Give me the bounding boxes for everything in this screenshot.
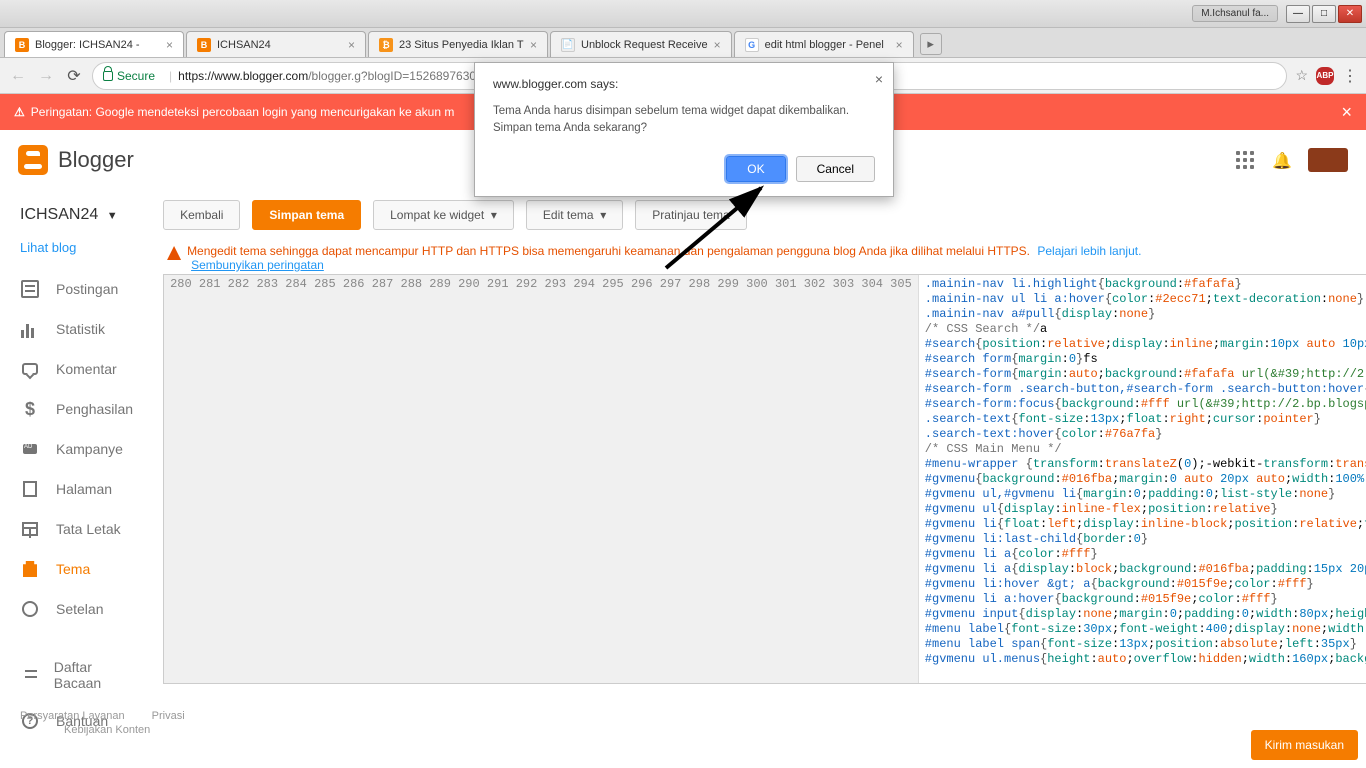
editor-toolbar: Kembali Simpan tema Lompat ke widget ▾ E… <box>163 190 1366 240</box>
blogger-logo-icon <box>18 145 48 175</box>
sidebar-item-reading-list[interactable]: Daftar Bacaan <box>0 649 153 701</box>
sidebar-item-stats[interactable]: Statistik <box>0 309 153 349</box>
reload-icon[interactable]: ⟳ <box>64 66 84 86</box>
favicon: 📄 <box>561 38 575 52</box>
confirm-dialog: × www.blogger.com says: Tema Anda harus … <box>474 62 894 197</box>
browser-menu-icon[interactable]: ⋮ <box>1342 66 1358 86</box>
notifications-icon[interactable]: 🔔 <box>1272 151 1290 169</box>
sidebar-item-campaign[interactable]: Kampanye <box>0 429 153 469</box>
learn-more-link[interactable]: Pelajari lebih lanjut. <box>1037 244 1141 258</box>
secure-badge: Secure <box>103 69 155 83</box>
tab-close-icon[interactable]: × <box>530 38 537 52</box>
browser-tabbar: B Blogger: ICHSAN24 - × B ICHSAN24 × ₿ 23 Sit… <box>0 28 1366 58</box>
apps-icon[interactable] <box>1236 151 1254 169</box>
dialog-body: Tema Anda harus disimpan sebelum tema wi… <box>493 103 875 138</box>
dialog-close-icon[interactable]: × <box>875 71 883 87</box>
tab-title: edit html blogger - Penel <box>765 39 890 51</box>
sidebar-item-posts[interactable]: Postingan <box>0 269 153 309</box>
sidebar-item-comments[interactable]: Komentar <box>0 349 153 389</box>
tab-title: Blogger: ICHSAN24 - <box>35 39 160 51</box>
adblock-icon[interactable]: ABP <box>1316 67 1334 85</box>
campaign-icon <box>20 439 40 459</box>
lock-icon <box>103 71 113 81</box>
user-badge[interactable]: M.Ichsanul fa... <box>1192 5 1278 22</box>
code-editor[interactable]: 280 281 282 283 284 285 286 287 288 289 … <box>163 274 1366 684</box>
tab-title: 23 Situs Penyedia Iklan T <box>399 39 524 51</box>
sidebar-item-pages[interactable]: Halaman <box>0 469 153 509</box>
favicon: B <box>15 38 29 52</box>
url-host: https://www.blogger.com <box>178 69 308 83</box>
nav-forward-icon[interactable]: → <box>36 66 56 86</box>
new-tab-button[interactable]: ▸ <box>920 33 942 55</box>
window-titlebar: M.Ichsanul fa... — □ ✕ <box>0 0 1366 28</box>
code-content[interactable]: .mainin-nav li.highlight{background:#faf… <box>919 275 1366 683</box>
window-close[interactable]: ✕ <box>1338 5 1362 23</box>
reading-list-icon <box>20 665 38 685</box>
https-warning-text: Mengedit tema sehingga dapat mencampur H… <box>187 244 1030 258</box>
browser-tab[interactable]: Gedit html blogger - Penel × <box>734 31 914 57</box>
sidebar-item-earnings[interactable]: $Penghasilan <box>0 389 153 429</box>
browser-tab[interactable]: B Blogger: ICHSAN24 - × <box>4 31 184 57</box>
content-policy-link[interactable]: Kebijakan Konten <box>64 724 150 736</box>
layout-icon <box>20 519 40 539</box>
dialog-cancel-button[interactable]: Cancel <box>796 156 875 182</box>
tab-title: ICHSAN24 <box>217 39 342 51</box>
terms-link[interactable]: Persyaratan Layanan <box>20 710 125 722</box>
favicon: G <box>745 38 759 52</box>
tab-close-icon[interactable]: × <box>348 38 355 52</box>
sidebar-item-settings[interactable]: Setelan <box>0 589 153 629</box>
save-theme-button[interactable]: Simpan tema <box>252 200 361 230</box>
privacy-link[interactable]: Privasi <box>152 710 185 722</box>
preview-theme-button[interactable]: Pratinjau tema <box>635 200 746 230</box>
pages-icon <box>20 479 40 499</box>
browser-tab[interactable]: 📄 Unblock Request Receive × <box>550 31 732 57</box>
tab-title: Unblock Request Receive <box>581 39 708 51</box>
blog-selector[interactable]: ICHSAN24 ▼ <box>0 202 153 234</box>
favicon: ₿ <box>379 38 393 52</box>
browser-tab[interactable]: B ICHSAN24 × <box>186 31 366 57</box>
dialog-ok-button[interactable]: OK <box>726 156 785 182</box>
dialog-title: www.blogger.com says: <box>493 77 875 91</box>
https-warning: Mengedit tema sehingga dapat mencampur H… <box>163 240 1366 276</box>
edit-theme-button[interactable]: Edit tema ▾ <box>526 200 623 230</box>
settings-icon <box>20 599 40 619</box>
bookmark-icon[interactable]: ☆ <box>1295 67 1308 84</box>
tab-close-icon[interactable]: × <box>896 38 903 52</box>
tab-close-icon[interactable]: × <box>714 38 721 52</box>
warning-text: Peringatan: Google mendeteksi percobaan … <box>31 105 455 119</box>
window-minimize[interactable]: — <box>1286 5 1310 23</box>
jump-widget-button[interactable]: Lompat ke widget ▾ <box>373 200 514 230</box>
nav-back-icon[interactable]: ← <box>8 66 28 86</box>
comments-icon <box>20 359 40 379</box>
stats-icon <box>20 319 40 339</box>
browser-tab[interactable]: ₿ 23 Situs Penyedia Iklan T × <box>368 31 548 57</box>
blogger-logo[interactable]: Blogger <box>18 145 134 175</box>
warning-triangle-icon <box>167 246 181 260</box>
sidebar-item-theme[interactable]: Tema <box>0 549 153 589</box>
earnings-icon: $ <box>20 399 40 419</box>
back-button[interactable]: Kembali <box>163 200 240 230</box>
hide-warning-link[interactable]: Sembunyikan peringatan <box>191 258 324 272</box>
favicon: B <box>197 38 211 52</box>
close-icon[interactable]: × <box>1341 102 1352 123</box>
view-blog-link[interactable]: Lihat blog <box>0 234 153 269</box>
window-maximize[interactable]: □ <box>1312 5 1336 23</box>
theme-icon <box>20 559 40 579</box>
line-gutter: 280 281 282 283 284 285 286 287 288 289 … <box>164 275 919 683</box>
avatar[interactable] <box>1308 148 1348 172</box>
sidebar-footer: Persyaratan Layanan Privasi <box>20 710 209 722</box>
sidebar-item-layout[interactable]: Tata Letak <box>0 509 153 549</box>
posts-icon <box>20 279 40 299</box>
tab-close-icon[interactable]: × <box>166 38 173 52</box>
feedback-button[interactable]: Kirim masukan <box>1251 730 1358 760</box>
chevron-down-icon: ▼ <box>107 210 118 222</box>
sidebar: ICHSAN24 ▼ Lihat blog Postingan Statisti… <box>0 190 153 768</box>
